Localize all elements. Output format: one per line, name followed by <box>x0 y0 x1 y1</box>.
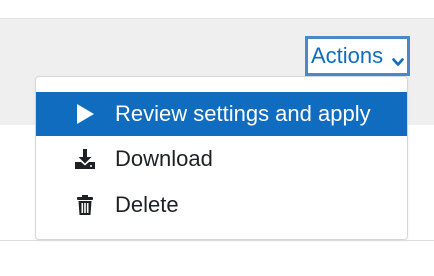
menu-item-label: Review settings and apply <box>115 101 371 126</box>
play-icon <box>74 102 96 126</box>
actions-menu: Review settings and apply Download Delet… <box>35 76 408 240</box>
page: Actions Review settings and apply Downlo… <box>0 0 434 276</box>
menu-item-review-settings[interactable]: Review settings and apply <box>36 92 407 136</box>
bottom-divider <box>0 240 434 241</box>
trash-icon <box>74 193 96 217</box>
actions-button-label: Actions <box>311 43 384 68</box>
menu-item-label: Download <box>115 146 213 171</box>
chevron-down-icon <box>391 49 405 66</box>
menu-item-label: Delete <box>115 192 179 217</box>
menu-item-download[interactable]: Download <box>36 137 407 181</box>
download-icon <box>74 147 96 171</box>
menu-item-delete[interactable]: Delete <box>36 183 407 227</box>
actions-dropdown-button[interactable]: Actions <box>305 36 410 76</box>
